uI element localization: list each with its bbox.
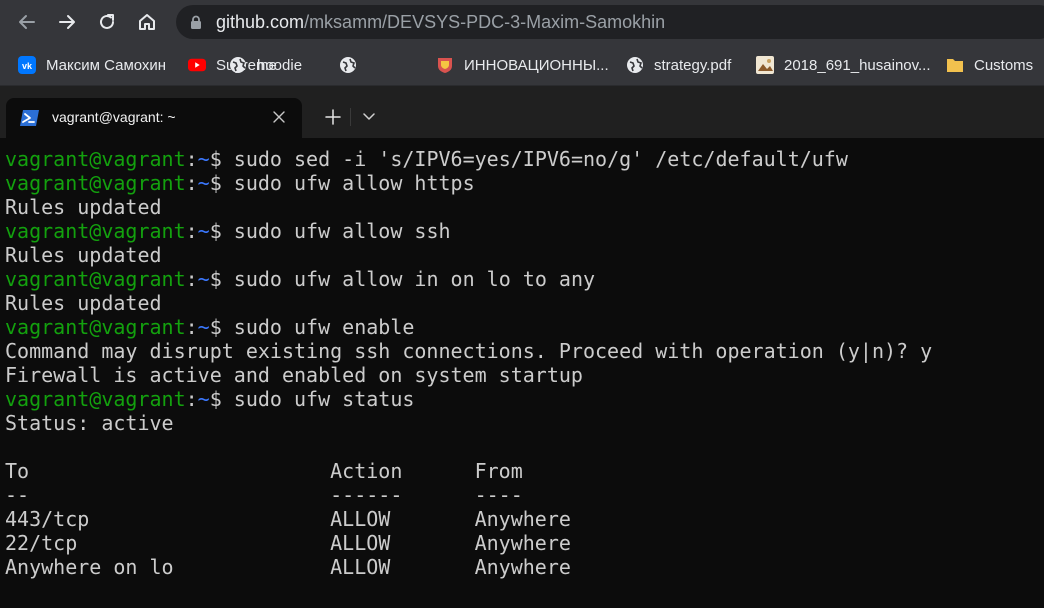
home-icon	[139, 14, 155, 30]
url-path: /mksamm/DEVSYS-PDC-3-Maxim-Samokhin	[304, 12, 666, 32]
bookmark-strategy-pdf[interactable]: strategy.pdf	[626, 53, 731, 77]
address-bar[interactable]: github.com/mksamm/DEVSYS-PDC-3-Maxim-Sam…	[176, 5, 1044, 39]
screen: github.com/mksamm/DEVSYS-PDC-3-Maxim-Sam…	[0, 0, 1044, 608]
globe-icon	[339, 56, 357, 74]
terminal-output[interactable]: vagrant@vagrant:~$ sudo sed -i 's/IPV6=y…	[0, 138, 1044, 608]
prompt-separator: :	[185, 387, 198, 411]
url-text: github.com/mksamm/DEVSYS-PDC-3-Maxim-Sam…	[216, 12, 665, 33]
terminal-tab[interactable]: vagrant@vagrant: ~	[6, 98, 302, 138]
image-icon	[756, 56, 774, 74]
svg-text:vk: vk	[22, 61, 33, 71]
prompt-separator: :	[185, 267, 198, 291]
output-line: To Action From	[5, 459, 523, 483]
powershell-icon	[20, 110, 39, 126]
prompt-path: ~	[197, 147, 210, 171]
lock-icon	[191, 15, 201, 29]
tab-dropdown-button[interactable]	[358, 106, 380, 128]
command-line: vagrant@vagrant:~$ sudo ufw allow ssh	[5, 219, 932, 243]
bookmark-vk[interactable]: vk Максим Самохин	[18, 53, 166, 77]
command-text: $ sudo ufw allow in on lo to any	[209, 267, 596, 291]
globe-icon	[229, 56, 247, 74]
output-line: -- ------ ----	[5, 483, 523, 507]
prompt-path: ~	[197, 387, 210, 411]
command-text: $ sudo sed -i 's/IPV6=yes/IPV6=no/g' /et…	[209, 147, 848, 171]
bookmark-label: ИННОВАЦИОННЫ...	[464, 56, 609, 74]
forward-button[interactable]	[53, 8, 81, 36]
bookmark-label: 2018_691_husainov...	[784, 56, 931, 74]
prompt-user: vagrant@vagrant	[5, 315, 186, 339]
output-line: Rules updated	[5, 291, 162, 315]
plus-icon	[325, 109, 341, 125]
bookmark-label: Максим Самохин	[46, 56, 167, 74]
arrow-right-icon	[59, 15, 75, 29]
reload-button[interactable]	[93, 8, 121, 36]
bookmark-innovation[interactable]	[339, 53, 367, 77]
terminal-lines: vagrant@vagrant:~$ sudo sed -i 's/IPV6=y…	[5, 147, 932, 579]
tab-title: vagrant@vagrant: ~	[52, 109, 176, 125]
command-line: vagrant@vagrant:~$ sudo sed -i 's/IPV6=y…	[5, 147, 932, 171]
folder-icon	[946, 56, 964, 74]
vk-icon: vk	[18, 56, 36, 74]
output-line: 22/tcp ALLOW Anywhere	[5, 531, 571, 555]
prompt-user: vagrant@vagrant	[5, 387, 186, 411]
crest-icon	[436, 56, 454, 74]
prompt-separator: :	[185, 147, 198, 171]
youtube-icon	[188, 56, 206, 74]
prompt-path: ~	[197, 315, 210, 339]
prompt-user: vagrant@vagrant	[5, 267, 186, 291]
output-line: Rules updated	[5, 195, 162, 219]
new-tab-button[interactable]	[320, 104, 346, 130]
prompt-path: ~	[197, 219, 210, 243]
reload-icon	[100, 14, 114, 29]
command-text: $ sudo ufw status	[209, 387, 415, 411]
command-line: vagrant@vagrant:~$ sudo ufw allow https	[5, 171, 932, 195]
command-line: vagrant@vagrant:~$ sudo ufw status	[5, 387, 932, 411]
command-text: $ sudo ufw allow ssh	[209, 219, 451, 243]
output-line: Rules updated	[5, 243, 162, 267]
bookmark-label: Customs	[974, 56, 1034, 74]
bookmark-label: strategy.pdf	[654, 56, 732, 74]
prompt-path: ~	[197, 171, 210, 195]
command-line: vagrant@vagrant:~$ sudo ufw allow in on …	[5, 267, 932, 291]
bookmark-strategy[interactable]: ИННОВАЦИОННЫ...	[436, 53, 609, 77]
output-line: Command may disrupt existing ssh connect…	[5, 339, 933, 363]
bookmark-hoodie[interactable]: hoodie	[229, 53, 302, 77]
back-button[interactable]	[13, 8, 41, 36]
output-line: Firewall is active and enabled on system…	[5, 363, 583, 387]
output-line: 443/tcp ALLOW Anywhere	[5, 507, 571, 531]
home-button[interactable]	[133, 8, 161, 36]
prompt-user: vagrant@vagrant	[5, 219, 186, 243]
prompt-user: vagrant@vagrant	[5, 171, 186, 195]
prompt-separator: :	[185, 219, 198, 243]
command-text: $ sudo ufw enable	[209, 315, 415, 339]
arrow-left-icon	[19, 15, 35, 29]
bookmark-customs[interactable]: Customs	[946, 53, 1033, 77]
output-line: Anywhere on lo ALLOW Anywhere	[5, 555, 571, 579]
output-line: Status: active	[5, 411, 174, 435]
prompt-path: ~	[197, 267, 210, 291]
bookmark-husainov[interactable]: 2018_691_husainov...	[756, 53, 931, 77]
bookmarks-bar: vk Максим Самохин Supreme hoodie ИННОВАЦ…	[0, 44, 1044, 86]
url-host: github.com	[216, 12, 305, 32]
prompt-separator: :	[185, 171, 198, 195]
globe-icon	[626, 56, 644, 74]
prompt-separator: :	[185, 315, 198, 339]
command-line: vagrant@vagrant:~$ sudo ufw enable	[5, 315, 932, 339]
prompt-user: vagrant@vagrant	[5, 147, 186, 171]
chevron-down-icon	[363, 113, 375, 120]
bookmark-label: hoodie	[257, 56, 303, 74]
close-icon[interactable]	[272, 110, 286, 124]
command-text: $ sudo ufw allow https	[209, 171, 475, 195]
browser-toolbar: github.com/mksamm/DEVSYS-PDC-3-Maxim-Sam…	[0, 0, 1044, 44]
tab-separator	[350, 108, 351, 126]
